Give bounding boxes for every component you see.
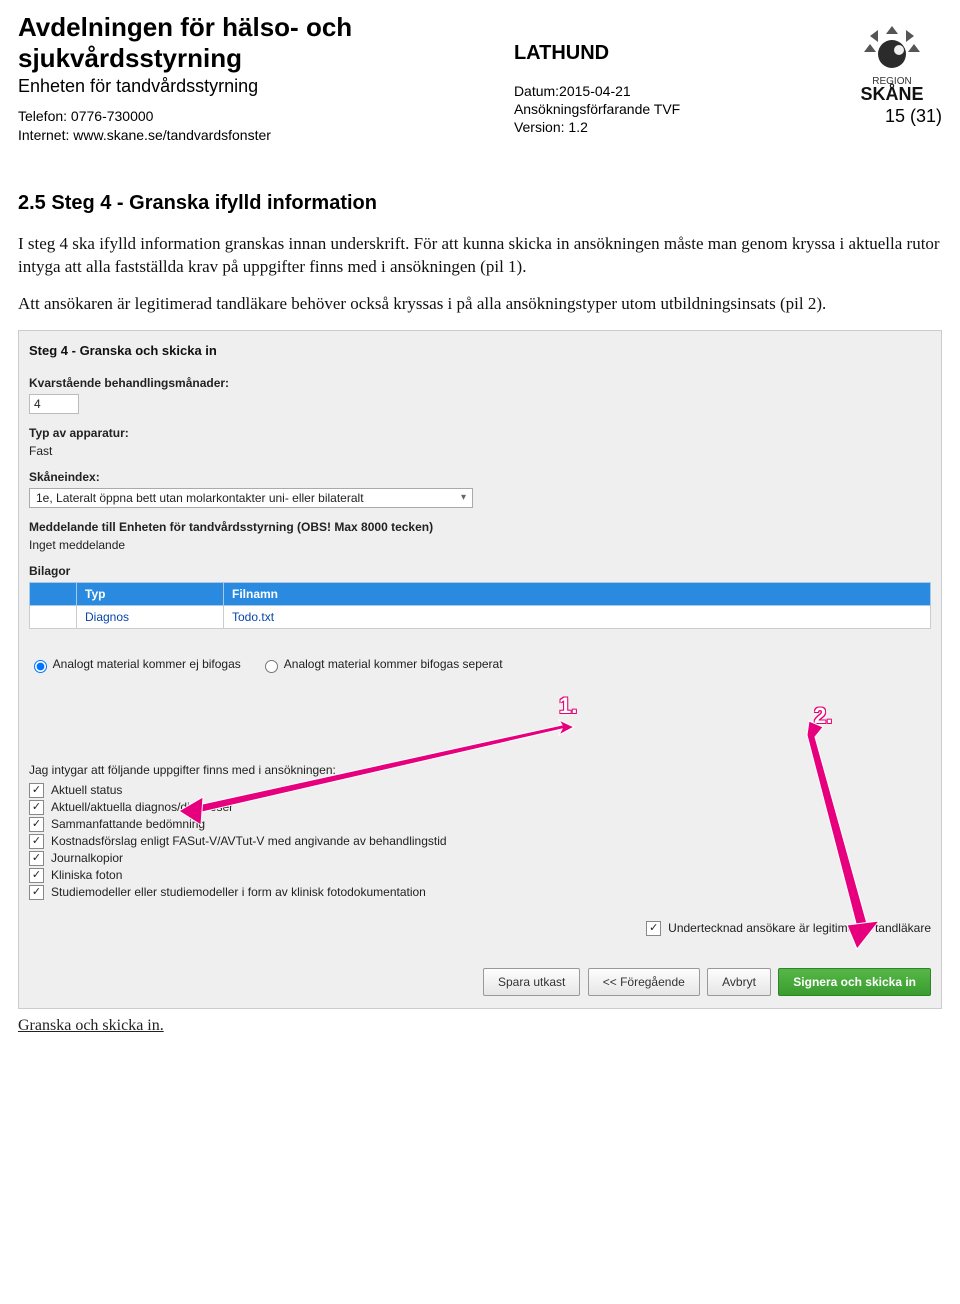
date-line: Datum:2015-04-21: [514, 82, 680, 100]
checkbox-icon: ✓: [29, 800, 44, 815]
radio-bifogas-separat-label: Analogt material kommer bifogas seperat: [284, 657, 503, 671]
radio-bifogas-separat[interactable]: Analogt material kommer bifogas seperat: [260, 657, 502, 671]
bilagor-cell-filnamn[interactable]: Todo.txt: [224, 605, 931, 628]
radio-bifogas-separat-input[interactable]: [265, 660, 278, 673]
org-subtitle: Enheten för tandvårdsstyrning: [18, 76, 352, 97]
page-number: 15 (31): [842, 106, 942, 127]
kvar-label: Kvarstående behandlingsmånader:: [29, 376, 931, 390]
check-label: Studiemodeller eller studiemodeller i fo…: [51, 885, 426, 899]
checkbox-icon: ✓: [29, 817, 44, 832]
check-label: Kliniska foton: [51, 868, 122, 882]
save-draft-button[interactable]: Spara utkast: [483, 968, 580, 996]
radio-ej-bifogas-label: Analogt material kommer ej bifogas: [53, 657, 241, 671]
analog-material-radios: Analogt material kommer ej bifogas Analo…: [29, 657, 931, 673]
header-left: Avdelningen för hälso- och sjukvårdsstyr…: [18, 12, 352, 144]
internet-line: Internet: www.skane.se/tandvardsfonster: [18, 126, 352, 144]
pane-title: Steg 4 - Granska och skicka in: [19, 337, 941, 364]
checkbox-icon: ✓: [29, 783, 44, 798]
arrow-icon-2: [749, 721, 879, 951]
bilagor-cell-typ[interactable]: Diagnos: [77, 605, 224, 628]
phone-line: Telefon: 0776-730000: [18, 107, 352, 125]
check-label: Kostnadsförslag enligt FASut-V/AVTut-V m…: [51, 834, 447, 848]
bilagor-col-typ: Typ: [77, 582, 224, 605]
meddelande-label: Meddelande till Enheten för tandvårdssty…: [29, 520, 931, 534]
callouts: 1. 2.: [29, 693, 931, 763]
app-screenshot-pane: Steg 4 - Granska och skicka in Kvarståen…: [18, 330, 942, 1009]
org-title-line2: sjukvårdsstyrning: [18, 43, 242, 73]
chevron-down-icon: ▾: [461, 492, 466, 503]
index-select[interactable]: 1e, Lateralt öppna bett utan molarkontak…: [29, 488, 473, 508]
bilagor-cell-spacer: [30, 605, 77, 628]
bilagor-table: Typ Filnamn Diagnos Todo.txt: [29, 582, 931, 629]
kvar-value-field[interactable]: 4: [29, 394, 79, 414]
typ-value: Fast: [29, 444, 931, 458]
check-label: Journalkopior: [51, 851, 123, 865]
document-header: Avdelningen för hälso- och sjukvårdsstyr…: [18, 12, 942, 144]
checkbox-icon: ✓: [29, 885, 44, 900]
checkbox-icon: ✓: [29, 834, 44, 849]
paragraph-2: Att ansökaren är legitimerad tandläkare …: [18, 293, 942, 316]
radio-ej-bifogas[interactable]: Analogt material kommer ej bifogas: [29, 657, 244, 671]
index-label: Skåneindex:: [29, 470, 931, 484]
ref-line: Ansökningsförfarande TVF: [514, 100, 680, 118]
version-line: Version: 1.2: [514, 118, 680, 136]
button-bar: Spara utkast << Föregående Avbryt Signer…: [29, 960, 931, 996]
sign-and-submit-button[interactable]: Signera och skicka in: [778, 968, 931, 996]
doc-type: LATHUND: [514, 40, 680, 66]
index-select-value: 1e, Lateralt öppna bett utan molarkontak…: [36, 491, 364, 505]
bilagor-col-filnamn: Filnamn: [224, 582, 931, 605]
svg-text:SKÅNE: SKÅNE: [860, 84, 923, 102]
org-title-line1: Avdelningen för hälso- och: [18, 12, 352, 42]
arrow-icon-1: [179, 715, 579, 825]
typ-label: Typ av apparatur:: [29, 426, 931, 440]
footer-note: Granska och skicka in.: [18, 1017, 942, 1035]
org-title: Avdelningen för hälso- och sjukvårdsstyr…: [18, 12, 352, 74]
bilagor-col-spacer: [30, 582, 77, 605]
cancel-button[interactable]: Avbryt: [707, 968, 771, 996]
checkbox-icon: ✓: [29, 868, 44, 883]
checkbox-icon: ✓: [646, 921, 661, 936]
check-label: Aktuell status: [51, 783, 122, 797]
section-heading: 2.5 Steg 4 - Granska ifylld information: [18, 192, 942, 215]
bilagor-label: Bilagor: [29, 564, 931, 578]
contact-info: Telefon: 0776-730000 Internet: www.skane…: [18, 107, 352, 143]
previous-button[interactable]: << Föregående: [588, 968, 700, 996]
meddelande-value: Inget meddelande: [29, 538, 931, 552]
checkbox-icon: ✓: [29, 851, 44, 866]
header-right: REGION SKÅNE 15 (31): [842, 12, 942, 127]
region-skane-logo: REGION SKÅNE: [842, 22, 942, 102]
header-middle: LATHUND Datum:2015-04-21 Ansökningsförfa…: [514, 12, 680, 137]
paragraph-1: I steg 4 ska ifylld information granskas…: [18, 233, 942, 279]
table-row: Diagnos Todo.txt: [30, 605, 931, 628]
radio-ej-bifogas-input[interactable]: [34, 660, 47, 673]
